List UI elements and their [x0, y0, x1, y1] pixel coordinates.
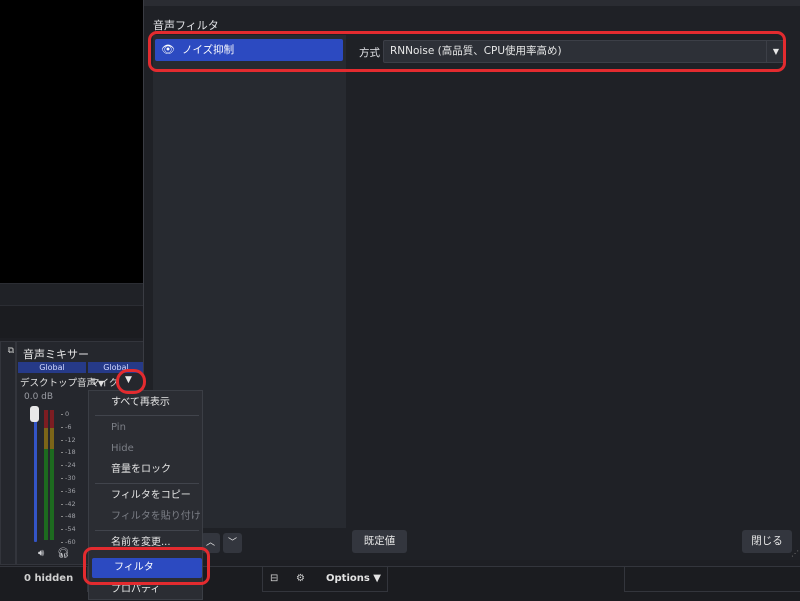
global-tag-mic: Global [88, 362, 144, 373]
filter-item-noise-suppression[interactable]: 👁︎ ノイズ抑制 [155, 39, 343, 61]
filter-name: ノイズ抑制 [182, 44, 235, 56]
level-meter-right [50, 410, 54, 540]
menu-item-properties[interactable]: プロパティ [89, 580, 202, 599]
meter-tick: -48 [61, 510, 76, 523]
meter-scale: 0 -6 -12 -18 -24 -30 -36 -42 -48 -54 -60 [61, 408, 76, 549]
defaults-button[interactable]: 既定値 [352, 530, 407, 553]
audio-filters-label: 音声フィルタ [153, 19, 219, 32]
resize-grip-icon[interactable]: ⋰ [791, 549, 799, 558]
menu-separator [95, 483, 199, 484]
chevron-down-icon: ﹀ [227, 538, 237, 548]
method-select[interactable]: RNNoise (高品質、CPU使用率高め) ▼ [383, 40, 786, 63]
meter-tick: -24 [61, 459, 76, 472]
preview-canvas [0, 0, 143, 283]
menu-item-paste-filters[interactable]: フィルタを貼り付け [89, 507, 202, 527]
chevron-down-icon[interactable]: ▼ [766, 41, 785, 62]
meter-tick: 0 [61, 408, 76, 421]
meter-tick: -6 [61, 421, 76, 434]
scene-toolbar-strip [0, 305, 143, 338]
menu-item-rename[interactable]: 名前を変更... [89, 533, 202, 553]
meter-tick: -30 [61, 472, 76, 485]
menu-separator [95, 415, 199, 416]
volume-db-readout: 0.0 dB [24, 392, 54, 402]
menu-item-hide[interactable]: Hide [89, 439, 202, 459]
filters-dialog: 音声フィルタ 👁︎ ノイズ抑制 方式 RNNoise (高品質、CPU使用率高め… [143, 0, 800, 560]
preview-status-bar [0, 283, 143, 306]
level-meter-left [44, 410, 48, 540]
chevron-up-icon: ︿ [205, 538, 215, 548]
method-label: 方式 [359, 47, 380, 59]
meter-tick: -42 [61, 498, 76, 511]
status-area [624, 566, 800, 592]
gears-icon[interactable]: ⚙ [296, 573, 305, 584]
volume-slider-track[interactable] [34, 414, 37, 542]
menu-item-show-all[interactable]: すべて再表示 [89, 393, 202, 413]
meter-tick: -12 [61, 434, 76, 447]
meter-tick: -54 [61, 523, 76, 536]
filter-properties: 方式 RNNoise (高品質、CPU使用率高め) ▼ [347, 35, 792, 528]
method-value: RNNoise (高品質、CPU使用率高め) [390, 45, 562, 57]
headphones-icon[interactable]: 🎧︎ [57, 548, 70, 559]
mixer-title: 音声ミキサー [23, 348, 89, 361]
channel-mic[interactable]: マイク [90, 375, 118, 389]
speaker-icon[interactable]: 🔊︎ [38, 548, 44, 559]
menu-item-filters[interactable]: フィルタ [92, 558, 202, 578]
mic-menu-button[interactable]: ▼ [125, 375, 132, 385]
undock-icon[interactable]: ⧉ [8, 346, 14, 356]
hidden-count: 0 hidden [16, 566, 88, 592]
meter-tick: -18 [61, 446, 76, 459]
move-up-button[interactable]: ︿ [201, 533, 220, 553]
options-button[interactable]: Options ▼ [326, 573, 381, 584]
move-down-button[interactable]: ﹀ [223, 533, 242, 553]
menu-separator [95, 530, 199, 531]
dialog-titlebar [144, 0, 800, 6]
close-button[interactable]: 閉じる [742, 530, 792, 553]
menu-item-copy-filters[interactable]: フィルタをコピー [89, 486, 202, 506]
eye-icon[interactable]: 👁︎ [161, 39, 175, 61]
global-tag-desktop: Global [18, 362, 86, 373]
meter-tick: -36 [61, 485, 76, 498]
volume-slider-handle[interactable] [30, 406, 39, 422]
mixer-context-menu: すべて再表示 Pin Hide 音量をロック フィルタをコピー フィルタを貼り付… [88, 390, 203, 600]
menu-item-lock-volume[interactable]: 音量をロック [89, 460, 202, 480]
layout-icon[interactable]: ⊟ [270, 573, 278, 584]
sources-dock-edge: ⧉ [0, 341, 16, 565]
meter-tick: -60 [61, 536, 76, 549]
menu-item-pin[interactable]: Pin [89, 418, 202, 438]
